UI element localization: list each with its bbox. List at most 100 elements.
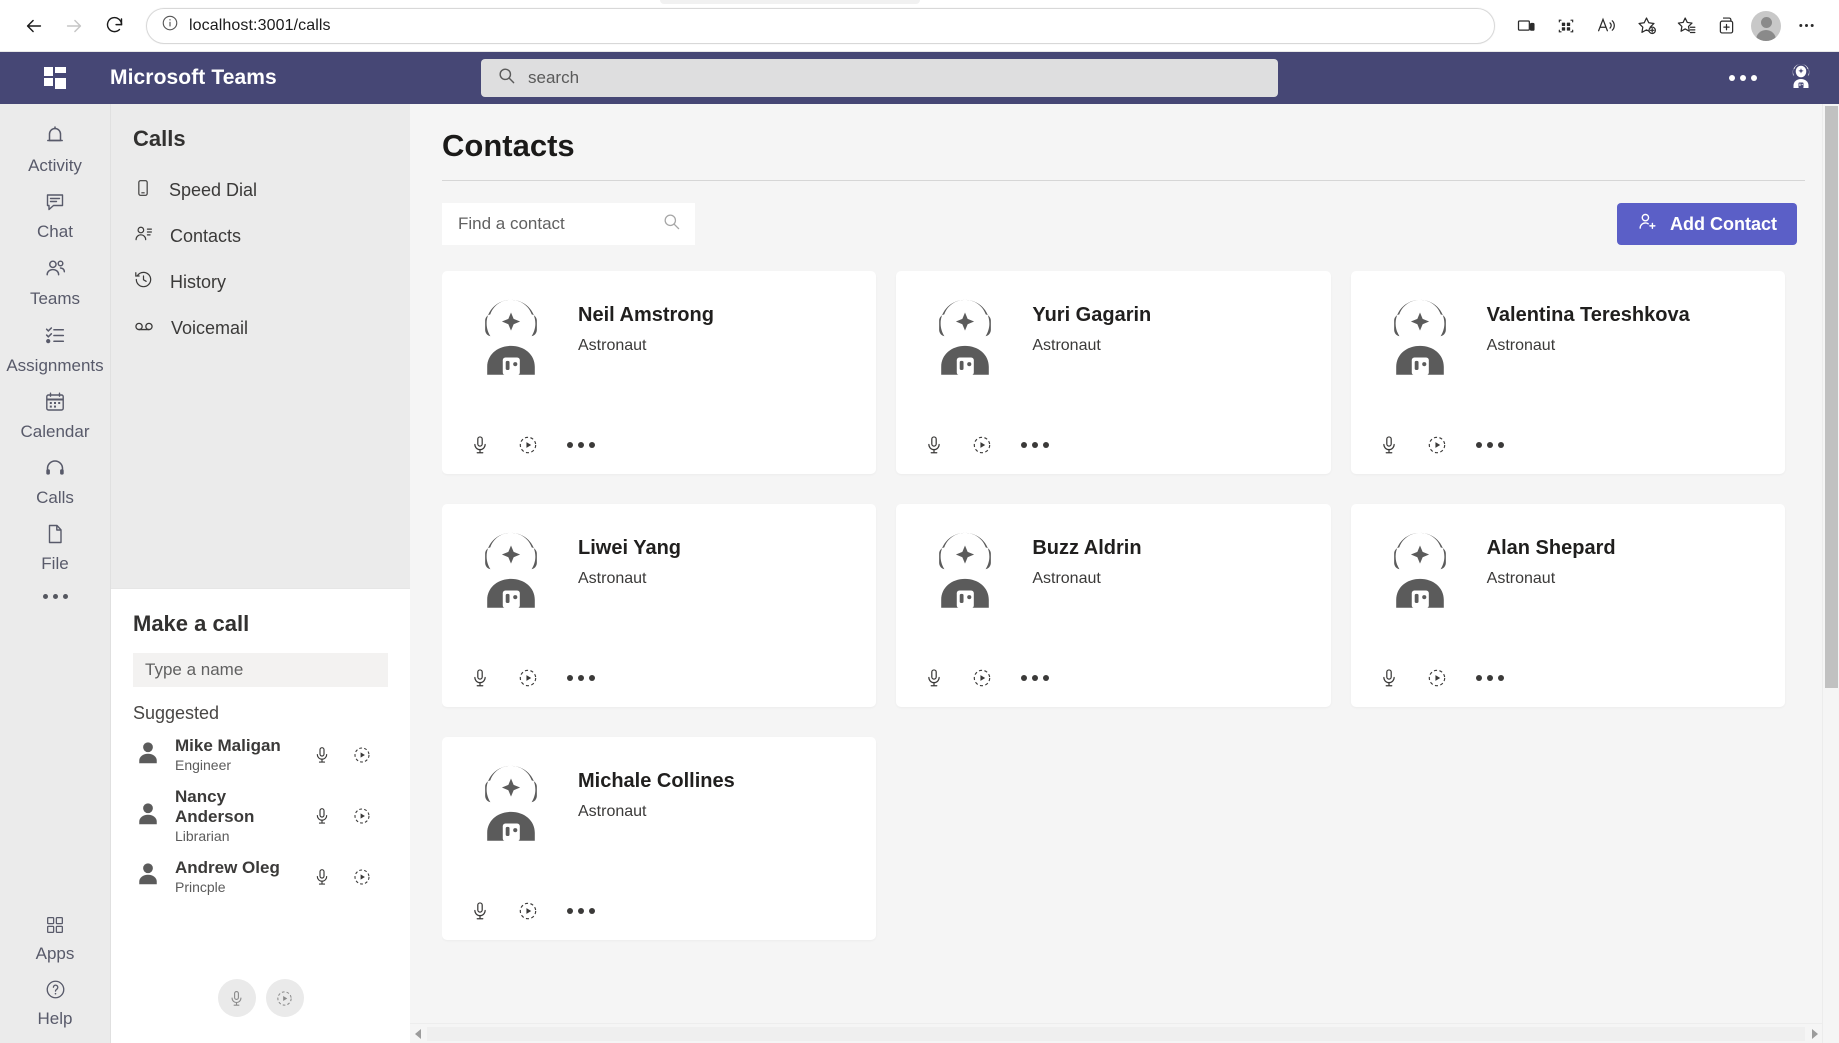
contact-card[interactable]: Valentina Tereshkova Astronaut bbox=[1350, 271, 1785, 474]
more-options-icon[interactable] bbox=[565, 669, 597, 687]
microphone-icon[interactable] bbox=[469, 900, 491, 922]
microphone-icon[interactable] bbox=[312, 806, 332, 826]
more-options-icon[interactable] bbox=[565, 436, 597, 454]
horizontal-scrollbar[interactable] bbox=[410, 1023, 1822, 1043]
calls-nav-speed-dial[interactable]: Speed Dial bbox=[111, 168, 410, 213]
left-nav-rail: Activity Chat Teams Assignments Calendar… bbox=[0, 104, 110, 1043]
more-options-icon[interactable] bbox=[1474, 436, 1506, 454]
more-options-icon[interactable] bbox=[1019, 436, 1051, 454]
browser-reload-button[interactable] bbox=[94, 6, 134, 46]
document-icon bbox=[43, 522, 67, 551]
sidebar-item-calendar[interactable]: Calendar bbox=[0, 382, 110, 448]
add-favorite-icon[interactable] bbox=[1627, 7, 1665, 45]
sidebar-item-help[interactable]: Help bbox=[0, 970, 110, 1043]
video-call-icon[interactable] bbox=[971, 667, 993, 689]
suggested-contact-row[interactable]: Andrew Oleg Princple bbox=[133, 852, 388, 903]
sidebar-item-calls[interactable]: Calls bbox=[0, 448, 110, 514]
sidebar-item-assignments[interactable]: Assignments bbox=[0, 315, 110, 382]
more-options-icon[interactable] bbox=[1474, 669, 1506, 687]
scroll-left-button[interactable] bbox=[410, 1028, 425, 1039]
calendar-icon bbox=[43, 390, 67, 419]
type-a-name-input[interactable]: Type a name bbox=[133, 653, 388, 687]
app-launcher-icon[interactable] bbox=[0, 67, 110, 89]
sidebar-item-apps[interactable]: Apps bbox=[0, 906, 110, 970]
header-more-options-icon[interactable] bbox=[1729, 75, 1757, 81]
video-call-icon[interactable] bbox=[517, 900, 539, 922]
video-call-icon[interactable] bbox=[971, 434, 993, 456]
contact-card[interactable]: Michale Collines Astronaut bbox=[442, 737, 877, 940]
sidebar-item-activity[interactable]: Activity bbox=[0, 116, 110, 182]
contact-card[interactable]: Liwei Yang Astronaut bbox=[442, 504, 877, 707]
profile-avatar-icon[interactable] bbox=[1747, 7, 1785, 45]
sidebar-label: File bbox=[41, 554, 69, 573]
browser-tab-stub bbox=[660, 0, 920, 4]
collections-grid-icon[interactable] bbox=[1547, 7, 1585, 45]
calls-nav-contacts[interactable]: Contacts bbox=[111, 213, 410, 259]
header-account-avatar[interactable] bbox=[1785, 60, 1817, 97]
microphone-icon[interactable] bbox=[312, 745, 332, 765]
microphone-icon[interactable] bbox=[217, 979, 256, 1017]
favorites-icon[interactable] bbox=[1667, 7, 1705, 45]
site-info-icon[interactable] bbox=[161, 14, 179, 37]
video-call-icon[interactable] bbox=[265, 979, 304, 1017]
contact-card-top: Valentina Tereshkova Astronaut bbox=[1373, 291, 1763, 434]
add-contact-button[interactable]: Add Contact bbox=[1617, 203, 1797, 245]
split-screen-icon[interactable] bbox=[1707, 7, 1745, 45]
microphone-icon[interactable] bbox=[469, 667, 491, 689]
astronaut-avatar-icon bbox=[1373, 524, 1467, 667]
video-call-icon[interactable] bbox=[517, 434, 539, 456]
settings-more-icon[interactable] bbox=[1787, 7, 1825, 45]
contact-card-top: Neil Amstrong Astronaut bbox=[464, 291, 854, 434]
microphone-icon[interactable] bbox=[312, 867, 332, 887]
sidebar-item-chat[interactable]: Chat bbox=[0, 182, 110, 248]
suggested-contact-role: Princple bbox=[175, 878, 226, 895]
contact-role: Astronaut bbox=[1032, 337, 1101, 354]
contact-card[interactable]: Alan Shepard Astronaut bbox=[1350, 504, 1785, 707]
microphone-icon[interactable] bbox=[923, 434, 945, 456]
video-call-icon[interactable] bbox=[352, 867, 372, 887]
calls-nav-voicemail[interactable]: Voicemail bbox=[111, 305, 410, 352]
more-options-icon[interactable] bbox=[565, 902, 597, 920]
cast-icon[interactable] bbox=[1507, 7, 1545, 45]
calls-nav-history[interactable]: History bbox=[111, 259, 410, 305]
video-call-icon[interactable] bbox=[1426, 434, 1448, 456]
global-search-input[interactable]: search bbox=[481, 59, 1278, 97]
header-actions bbox=[1729, 60, 1817, 97]
browser-scroll-thumb[interactable] bbox=[1824, 106, 1838, 689]
video-call-icon[interactable] bbox=[1426, 667, 1448, 689]
video-call-icon[interactable] bbox=[517, 667, 539, 689]
more-options-icon[interactable] bbox=[1019, 669, 1051, 687]
suggested-contact-row[interactable]: Nancy Anderson Librarian bbox=[133, 781, 388, 852]
sidebar-more-apps-icon[interactable] bbox=[42, 580, 68, 613]
sidebar-item-file[interactable]: File bbox=[0, 514, 110, 580]
contact-card-actions bbox=[1373, 434, 1763, 456]
find-contact-placeholder: Find a contact bbox=[458, 214, 565, 233]
horizontal-scroll-thumb[interactable] bbox=[427, 1026, 1805, 1041]
contact-card[interactable]: Buzz Aldrin Astronaut bbox=[896, 504, 1331, 707]
read-aloud-icon[interactable] bbox=[1587, 7, 1625, 45]
contact-card-top: Buzz Aldrin Astronaut bbox=[918, 524, 1308, 667]
video-call-icon[interactable] bbox=[352, 745, 372, 765]
contact-card[interactable]: Neil Amstrong Astronaut bbox=[442, 271, 877, 474]
contact-card-meta: Neil Amstrong Astronaut bbox=[578, 291, 714, 434]
scroll-right-button[interactable] bbox=[1807, 1028, 1822, 1039]
search-icon bbox=[662, 212, 681, 236]
microphone-icon[interactable] bbox=[923, 667, 945, 689]
microphone-icon[interactable] bbox=[469, 434, 491, 456]
sidebar-label: Assignments bbox=[6, 356, 104, 375]
browser-forward-button[interactable] bbox=[54, 6, 94, 46]
sidebar-item-teams[interactable]: Teams bbox=[0, 248, 110, 315]
microphone-icon[interactable] bbox=[1378, 434, 1400, 456]
apps-grid-icon bbox=[44, 914, 66, 941]
find-contact-input[interactable]: Find a contact bbox=[442, 203, 695, 245]
browser-back-button[interactable] bbox=[14, 6, 54, 46]
video-call-icon[interactable] bbox=[352, 806, 372, 826]
contact-card[interactable]: Yuri Gagarin Astronaut bbox=[896, 271, 1331, 474]
suggested-contact-row[interactable]: Mike Maligan Engineer bbox=[133, 730, 388, 781]
browser-vertical-scrollbar[interactable] bbox=[1822, 104, 1839, 1043]
checklist-icon bbox=[43, 323, 68, 353]
type-a-name-placeholder: Type a name bbox=[145, 660, 244, 679]
browser-address-bar[interactable]: localhost:3001/calls bbox=[146, 7, 1495, 44]
suggested-contact-actions bbox=[312, 806, 388, 826]
microphone-icon[interactable] bbox=[1378, 667, 1400, 689]
